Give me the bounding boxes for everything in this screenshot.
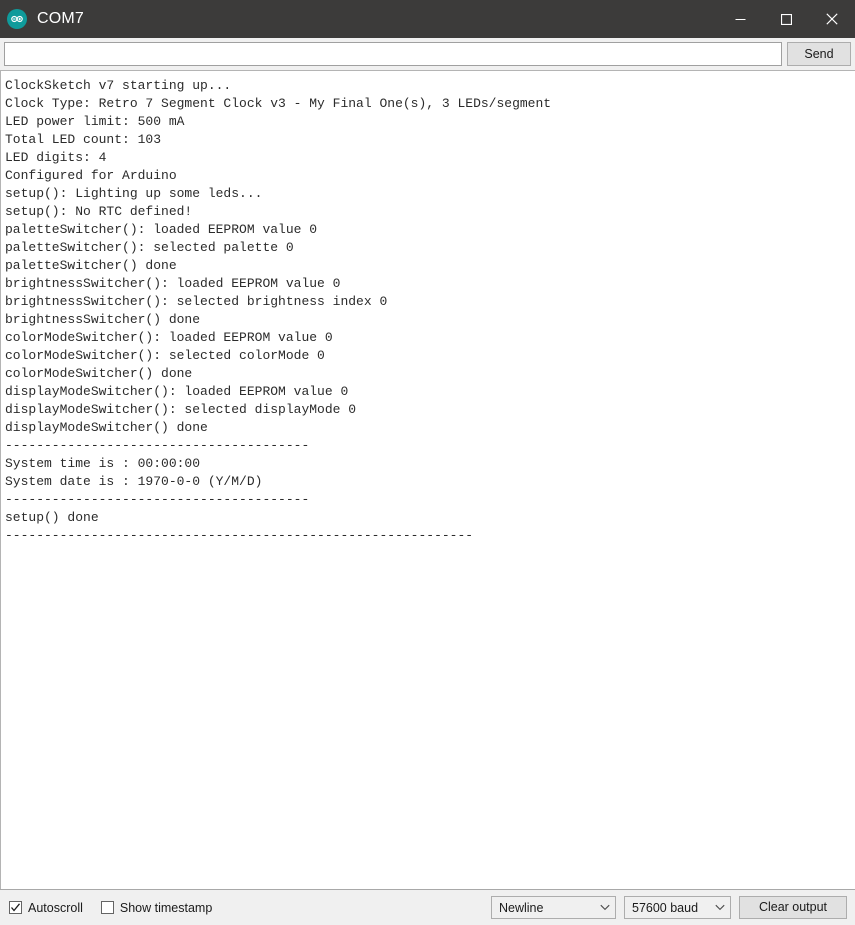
autoscroll-checkbox[interactable] — [9, 901, 22, 914]
send-row: Send — [0, 38, 855, 70]
console-line: brightnessSwitcher(): loaded EEPROM valu… — [5, 276, 341, 291]
window-controls — [717, 0, 855, 38]
minimize-button[interactable] — [717, 0, 763, 38]
send-button[interactable]: Send — [787, 42, 851, 66]
baud-rate-value: 57600 baud — [632, 900, 699, 915]
console-line: Clock Type: Retro 7 Segment Clock v3 - M… — [5, 96, 552, 111]
baud-rate-select[interactable]: 57600 baud — [624, 896, 731, 919]
console-line: Configured for Arduino — [5, 168, 177, 183]
line-ending-value: Newline — [499, 900, 544, 915]
console-line: brightnessSwitcher() done — [5, 312, 201, 327]
autoscroll-label: Autoscroll — [28, 900, 83, 915]
console-line: colorModeSwitcher(): loaded EEPROM value… — [5, 330, 333, 345]
close-button[interactable] — [809, 0, 855, 38]
title-bar: COM7 — [0, 0, 855, 38]
chevron-down-icon — [715, 904, 725, 911]
show-timestamp-checkbox[interactable] — [100, 901, 114, 914]
status-bar: Autoscroll Show timestamp Newline 57600 … — [0, 889, 855, 925]
serial-command-input[interactable] — [4, 42, 782, 66]
show-timestamp-checkbox-group[interactable]: Show timestamp — [100, 900, 213, 915]
arduino-logo-icon — [7, 9, 27, 29]
console-output-text: ClockSketch v7 starting up... Clock Type:… — [1, 71, 855, 889]
console-line: paletteSwitcher(): selected palette 0 — [5, 240, 294, 255]
console-line: colorModeSwitcher(): selected colorMode … — [5, 348, 325, 363]
autoscroll-checkbox-group[interactable]: Autoscroll — [9, 901, 83, 915]
line-ending-select[interactable]: Newline — [491, 896, 616, 919]
console-line: ClockSketch v7 starting up... — [5, 78, 232, 93]
window-title: COM7 — [37, 10, 85, 27]
console-line: setup(): Lighting up some leds... — [5, 186, 263, 201]
console-output-panel[interactable]: ClockSketch v7 starting up... Clock Type:… — [0, 70, 855, 889]
console-line: ----------------------------------------… — [5, 528, 474, 543]
console-line: Total LED count: 103 — [5, 132, 162, 147]
console-line: displayModeSwitcher(): loaded EEPROM val… — [5, 384, 349, 399]
maximize-button[interactable] — [763, 0, 809, 38]
serial-monitor-window: COM7 Send ClockSketch v7 starting up... … — [0, 0, 855, 925]
console-line: setup() done — [5, 510, 99, 525]
console-line: displayModeSwitcher(): selected displayM… — [5, 402, 357, 417]
console-line: displayModeSwitcher() done — [5, 420, 208, 435]
chevron-down-icon — [600, 904, 610, 911]
console-line: LED digits: 4 — [5, 150, 107, 165]
show-timestamp-label: Show timestamp — [119, 900, 213, 915]
console-line: paletteSwitcher() done — [5, 258, 177, 273]
console-line: colorModeSwitcher() done — [5, 366, 193, 381]
console-line: --------------------------------------- — [5, 438, 310, 453]
console-line: System date is : 1970-0-0 (Y/M/D) — [5, 474, 263, 489]
console-line: setup(): No RTC defined! — [5, 204, 193, 219]
console-line: paletteSwitcher(): loaded EEPROM value 0 — [5, 222, 318, 237]
console-line: LED power limit: 500 mA — [5, 114, 185, 129]
console-line: System time is : 00:00:00 — [5, 456, 201, 471]
console-line: brightnessSwitcher(): selected brightnes… — [5, 294, 388, 309]
console-line: --------------------------------------- — [5, 492, 310, 507]
clear-output-button[interactable]: Clear output — [739, 896, 847, 919]
